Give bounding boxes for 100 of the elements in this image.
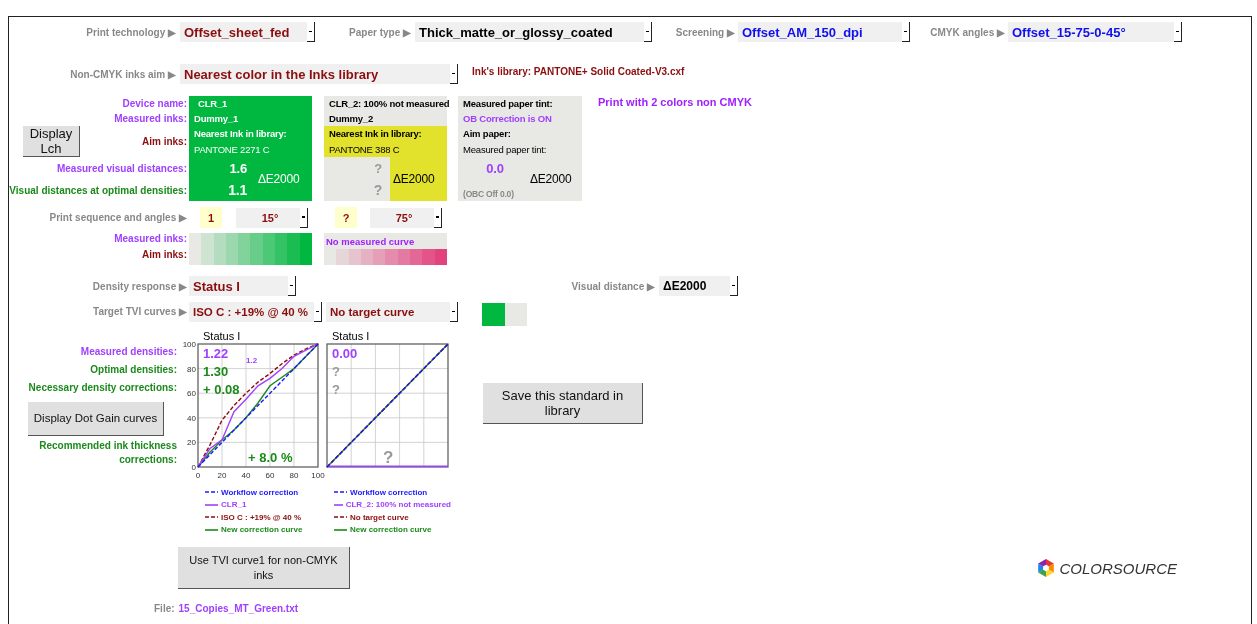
field-label: Measured inks: <box>113 233 187 246</box>
distance-value: 0.0 <box>485 159 505 178</box>
field-label: Optimal densities: <box>90 363 177 377</box>
dropdown[interactable]: Nearest color in the Inks library <box>180 64 458 84</box>
axis-tick-label: 40 <box>187 413 196 423</box>
ramp-swatch <box>238 249 251 265</box>
axis-tick-label: 80 <box>289 471 299 480</box>
field-label: Aim inks: <box>141 249 187 262</box>
file-name: 15_Copies_MT_Green.txt <box>178 602 299 614</box>
field-label: Visual distances at optimal densities: <box>10 183 187 198</box>
unit-label: ΔE2000 <box>529 171 573 188</box>
ramp-swatch <box>201 233 214 249</box>
dropdown[interactable]: Offset_15-75-0-45° <box>1008 22 1182 42</box>
dot-gain-button[interactable]: Display Dot Gain curves <box>28 402 164 436</box>
dropdown[interactable]: 15° <box>236 207 308 228</box>
field-label: Paper type ▶ <box>348 26 411 38</box>
distance-value: ? <box>324 179 390 201</box>
ramp-swatch <box>324 249 337 265</box>
field-label: Recommended ink thickness corrections: <box>38 439 177 467</box>
legend-line-icon <box>205 515 218 520</box>
dropdown[interactable]: Offset_AM_150_dpi <box>738 22 910 42</box>
distance-value: 1.6 <box>189 157 255 179</box>
brand-name: COLORSOURCE <box>1059 559 1177 577</box>
unit-label: ΔE2000 <box>255 157 312 201</box>
field-label: Density response ▶ <box>91 280 187 292</box>
field-label: Aim inks: <box>141 135 187 149</box>
dropdown[interactable]: 75° <box>370 207 442 228</box>
field-label: Measured inks: <box>113 112 187 126</box>
axis-tick-label: 40 <box>241 471 251 480</box>
legend-line-icon <box>205 502 218 507</box>
axis-tick-label: 60 <box>187 389 196 399</box>
axis-tick-label: 20 <box>187 438 196 448</box>
axis-tick-label: 100 <box>311 471 325 480</box>
field-label: Print technology ▶ <box>85 26 176 38</box>
density-value: ? <box>332 382 340 397</box>
ink-label: Nearest Ink in library: <box>189 126 312 141</box>
axis-tick-label: 80 <box>187 364 196 374</box>
legend-label: Workflow correction <box>350 487 428 497</box>
ramp-swatch <box>250 249 263 265</box>
dropdown[interactable]: ISO C : +19% @ 40 % <box>189 302 322 322</box>
legend-label: Workflow correction <box>221 487 299 497</box>
status-label: OB Correction is ON <box>462 112 553 126</box>
use-tvi-button[interactable]: Use TVI curve1 for non-CMYK inks <box>178 547 350 589</box>
legend-label: New correction curve <box>221 525 303 535</box>
axis-tick-label: 0 <box>191 463 196 472</box>
ink-name: Dummy_1 <box>189 111 312 126</box>
ramp-swatch <box>238 233 251 249</box>
status-label: No measured curve <box>324 233 447 249</box>
status-label: (OBC Off 0.0) <box>462 188 515 201</box>
ramp-swatch <box>287 233 300 249</box>
legend-label: No target curve <box>350 512 409 522</box>
field-label: Measured visual distances: <box>55 161 187 176</box>
ramp-swatch <box>287 249 300 265</box>
library-label: Ink's library: PANTONE+ Solid Coated-V3.cxf <box>472 65 685 77</box>
axis-tick-label: 100 <box>182 342 196 349</box>
ink-value: PANTONE 2271 C <box>189 141 312 157</box>
density-value: + 0.08 <box>203 382 240 397</box>
sequence-number: 1 <box>200 207 222 228</box>
axis-tick-label: 20 <box>217 471 227 480</box>
legend-label: New correction curve <box>350 525 432 535</box>
dropdown[interactable]: Thick_matte_or_glossy_coated <box>415 22 652 42</box>
field-label: Measured paper tint: <box>462 142 548 157</box>
ramp-swatch <box>373 249 386 265</box>
ramp-swatch <box>201 249 214 265</box>
field-label: Necessary density corrections: <box>28 381 177 395</box>
field-label: Aim paper: <box>462 127 512 141</box>
dropdown[interactable]: ΔE2000 <box>659 276 738 296</box>
unit-label: ΔE2000 <box>390 157 447 201</box>
ramp-swatch <box>385 249 398 265</box>
print-note: Print with 2 colors non CMYK <box>598 96 752 108</box>
field-label: File: <box>154 602 175 614</box>
field-label: Non-CMYK inks aim ▶ <box>69 68 176 80</box>
ink-name: Dummy_2 <box>324 111 447 126</box>
density-value: ? <box>332 364 340 379</box>
field-label: CMYK angles ▶ <box>929 26 1005 38</box>
axis-tick-label: 60 <box>265 471 275 480</box>
ink-label: Nearest Ink in library: <box>324 126 447 141</box>
card-header: CLR_1 <box>189 96 312 111</box>
field-label: Device name: <box>121 97 187 111</box>
density-value: 1.30 <box>203 364 229 379</box>
dropdown[interactable]: Offset_sheet_fed <box>180 22 315 42</box>
distance-value: ? <box>324 157 390 179</box>
legend-label: CLR_1 <box>221 500 247 510</box>
save-button[interactable]: Save this standard in library <box>483 383 643 424</box>
ramp-swatch <box>410 249 423 265</box>
ramp-swatch <box>336 249 349 265</box>
axis-tick-label: 0 <box>195 471 201 480</box>
ramp-swatch <box>275 233 288 249</box>
distance-value: 1.1 <box>189 179 255 201</box>
ink-value: PANTONE 388 C <box>324 141 447 157</box>
legend-label: CLR_2: 100% not measured <box>345 500 451 510</box>
ramp-swatch <box>250 233 263 249</box>
logo-icon <box>1036 558 1057 578</box>
dropdown[interactable]: Status I <box>189 276 296 296</box>
field-label: Visual distance ▶ <box>570 280 655 292</box>
dropdown[interactable]: No target curve <box>326 302 458 322</box>
correction-value: + 8.0 % <box>248 450 293 465</box>
field-label: Print sequence and angles ▶ <box>48 212 187 223</box>
display-lch-button[interactable]: Display Lch <box>23 126 80 157</box>
field-label: Target TVI curves ▶ <box>92 305 187 319</box>
